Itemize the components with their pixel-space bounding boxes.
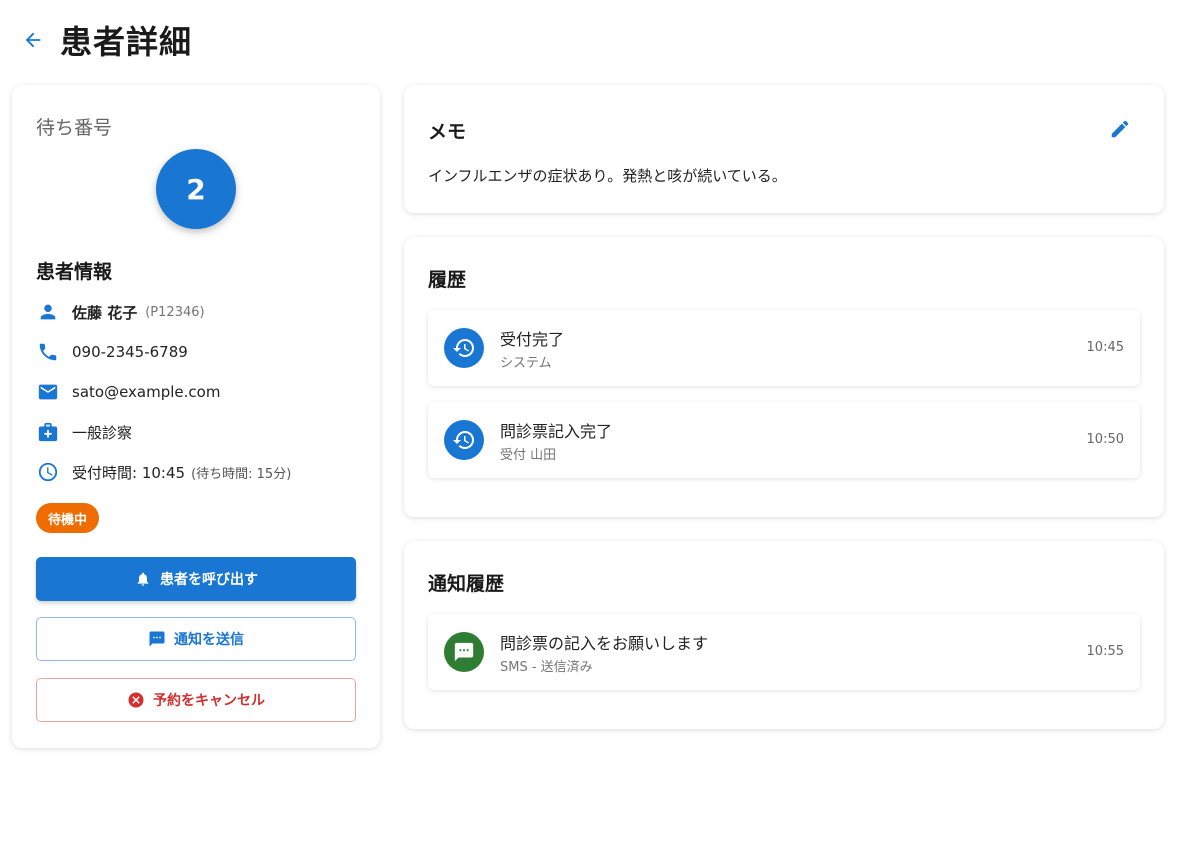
patient-phone: 090-2345-6789 bbox=[72, 343, 188, 361]
queue-label: 待ち番号 bbox=[36, 117, 113, 139]
email-row: sato@example.com bbox=[36, 378, 220, 406]
notification-item-time: 10:55 bbox=[1086, 644, 1124, 659]
chat-icon bbox=[444, 632, 484, 672]
cancel-appointment-label: 予約をキャンセル bbox=[153, 693, 265, 709]
history-icon bbox=[444, 328, 484, 368]
cancel-circle-icon bbox=[127, 691, 145, 709]
history-item-time: 10:50 bbox=[1086, 432, 1124, 447]
phone-row: 090-2345-6789 bbox=[36, 338, 188, 366]
notification-item-title: 問診票の記入をお願いします bbox=[500, 634, 709, 653]
patient-info-title: 患者情報 bbox=[36, 261, 113, 283]
patient-name: 佐藤 花子 bbox=[72, 303, 138, 322]
email-icon bbox=[36, 380, 60, 404]
page-header: 患者詳細 bbox=[20, 18, 192, 62]
memo-title: メモ bbox=[428, 121, 467, 143]
reception-time: 受付時間: 10:45 bbox=[72, 463, 186, 482]
history-icon bbox=[444, 420, 484, 460]
history-card: 履歴 受付完了 システム 10:45 問診票記入完了 受付 山田 10:50 bbox=[404, 237, 1164, 517]
person-icon bbox=[36, 300, 60, 324]
status-badge: 待機中 bbox=[36, 503, 100, 533]
history-item-title: 受付完了 bbox=[500, 330, 565, 349]
call-patient-label: 患者を呼び出す bbox=[160, 572, 258, 588]
cancel-appointment-button[interactable]: 予約をキャンセル bbox=[36, 678, 356, 722]
history-title: 履歴 bbox=[428, 269, 467, 291]
send-notification-label: 通知を送信 bbox=[174, 632, 244, 648]
patient-id: (P12346) bbox=[145, 304, 205, 320]
patient-email: sato@example.com bbox=[72, 383, 221, 401]
patient-card: 待ち番号 2 患者情報 佐藤 花子 (P12346) 090-2345-6789… bbox=[12, 85, 380, 748]
notification-item-status: SMS - 送信済み bbox=[500, 660, 593, 675]
edit-pencil-icon bbox=[1111, 120, 1129, 138]
notification-history-title: 通知履歴 bbox=[428, 573, 505, 595]
history-item: 受付完了 システム 10:45 bbox=[428, 310, 1140, 386]
notification-item: 問診票の記入をお願いします SMS - 送信済み 10:55 bbox=[428, 614, 1140, 690]
patient-name-row: 佐藤 花子 (P12346) bbox=[36, 298, 205, 326]
clock-icon bbox=[36, 460, 60, 484]
notification-history-card: 通知履歴 問診票の記入をお願いします SMS - 送信済み 10:55 bbox=[404, 541, 1164, 729]
medical-bag-icon bbox=[36, 420, 60, 444]
queue-number: 2 bbox=[156, 149, 236, 229]
back-button[interactable] bbox=[20, 27, 46, 53]
history-item-actor: 受付 山田 bbox=[500, 448, 557, 463]
memo-text: インフルエンザの症状あり。発熱と咳が続いている。 bbox=[428, 167, 787, 185]
message-icon bbox=[148, 630, 166, 648]
wait-time: (待ち時間: 15分) bbox=[191, 466, 292, 482]
history-item-title: 問診票記入完了 bbox=[500, 422, 613, 441]
bell-icon bbox=[134, 570, 152, 588]
arrow-left-icon bbox=[25, 32, 41, 48]
patient-department: 一般診察 bbox=[72, 423, 133, 442]
page-title: 患者詳細 bbox=[60, 23, 193, 61]
history-item: 問診票記入完了 受付 山田 10:50 bbox=[428, 402, 1140, 478]
reception-time-row: 受付時間: 10:45 (待ち時間: 15分) bbox=[36, 458, 291, 486]
send-notification-button[interactable]: 通知を送信 bbox=[36, 617, 356, 661]
history-item-actor: システム bbox=[500, 356, 552, 371]
phone-icon bbox=[36, 340, 60, 364]
memo-card: メモ インフルエンザの症状あり。発熱と咳が続いている。 bbox=[404, 85, 1164, 213]
call-patient-button[interactable]: 患者を呼び出す bbox=[36, 557, 356, 601]
department-row: 一般診察 bbox=[36, 418, 132, 446]
history-item-time: 10:45 bbox=[1086, 340, 1124, 355]
edit-memo-button[interactable] bbox=[1108, 117, 1132, 141]
